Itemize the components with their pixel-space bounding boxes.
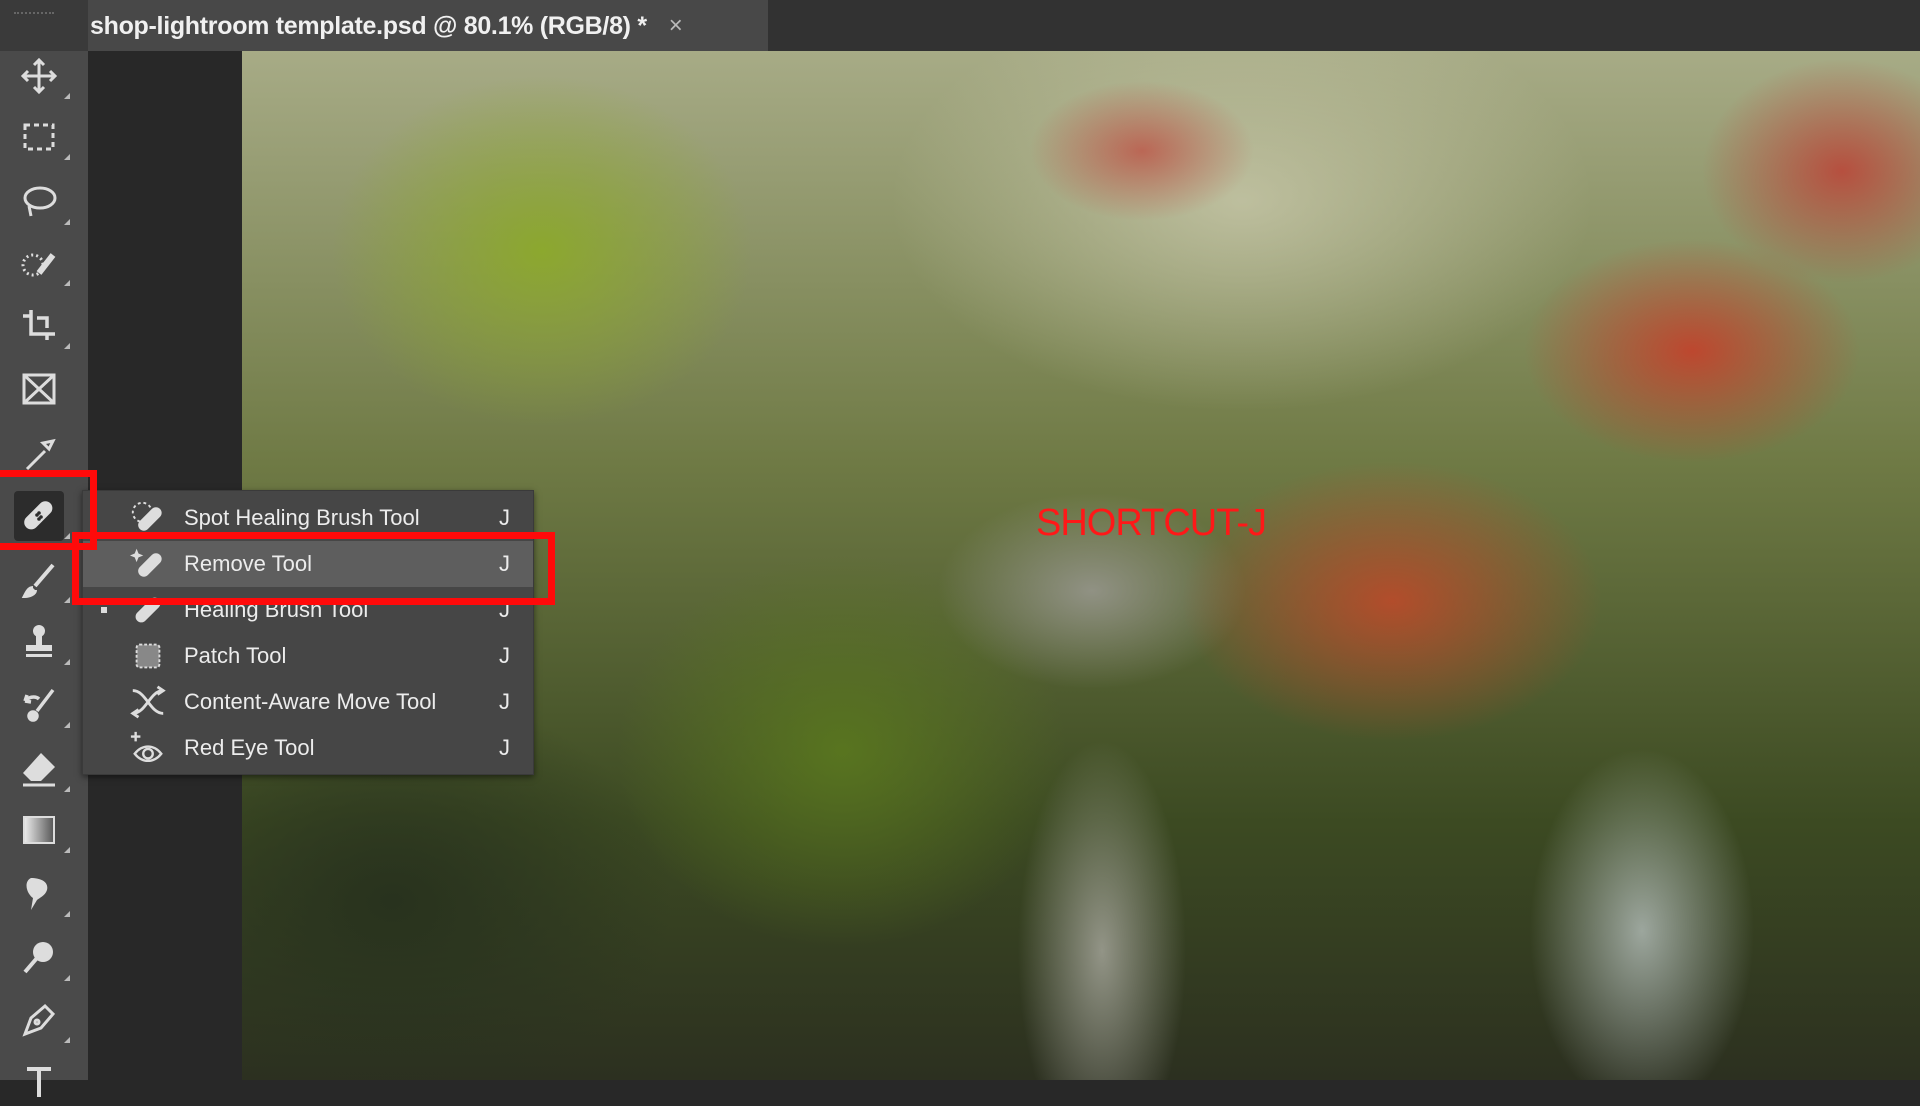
shortcut-annotation: SHORTCUT-J [1036, 502, 1267, 544]
pen-tool[interactable] [14, 995, 70, 1045]
highlight-box-remove-tool [72, 532, 555, 605]
lasso-icon [23, 186, 57, 217]
marquee-icon [23, 123, 55, 151]
clone-stamp-tool[interactable] [14, 617, 70, 667]
pen-icon [22, 1003, 56, 1037]
type-icon [27, 1067, 51, 1097]
stamp-icon [26, 625, 52, 657]
current-tool-indicator [101, 607, 107, 613]
lasso-tool[interactable] [14, 177, 70, 227]
history-brush-tool[interactable] [14, 680, 70, 730]
quick-selection-icon [21, 253, 56, 277]
dodge-tool[interactable] [14, 933, 70, 983]
gradient-tool[interactable] [14, 805, 70, 855]
menu-item-content-aware-move[interactable]: Content-Aware Move Tool J [83, 679, 533, 725]
smudge-tool[interactable] [14, 869, 70, 919]
type-tool[interactable] [14, 1056, 64, 1106]
move-tool[interactable] [14, 51, 70, 101]
crop-icon [23, 310, 55, 340]
title-bar: shop-lightroom template.psd @ 80.1% (RGB… [0, 0, 1920, 51]
frame-tool[interactable] [14, 364, 64, 414]
crop-tool[interactable] [14, 301, 70, 351]
close-tab-icon[interactable]: × [669, 11, 683, 41]
brush-tool[interactable] [14, 555, 70, 605]
history-brush-icon [23, 688, 55, 722]
document-title: shop-lightroom template.psd @ 80.1% (RGB… [90, 11, 647, 40]
eyedropper-icon [25, 438, 56, 471]
document-tab[interactable]: shop-lightroom template.psd @ 80.1% (RGB… [88, 0, 768, 51]
patch-icon [135, 643, 161, 669]
brush-icon [21, 563, 55, 599]
menu-item-red-eye[interactable]: Red Eye Tool J [83, 725, 533, 771]
quick-selection-tool[interactable] [14, 238, 70, 288]
move-icon [20, 57, 58, 95]
panel-grip[interactable] [0, 0, 88, 51]
gradient-icon [23, 816, 55, 844]
frame-icon [22, 373, 56, 405]
red-eye-icon [130, 731, 163, 763]
menu-item-patch-tool[interactable]: Patch Tool J [83, 633, 533, 679]
smudge-icon [26, 878, 48, 910]
dodge-icon [23, 942, 53, 974]
content-aware-move-icon [130, 685, 166, 719]
marquee-tool[interactable] [14, 112, 70, 162]
eraser-icon [23, 753, 55, 787]
eraser-tool[interactable] [14, 744, 70, 794]
